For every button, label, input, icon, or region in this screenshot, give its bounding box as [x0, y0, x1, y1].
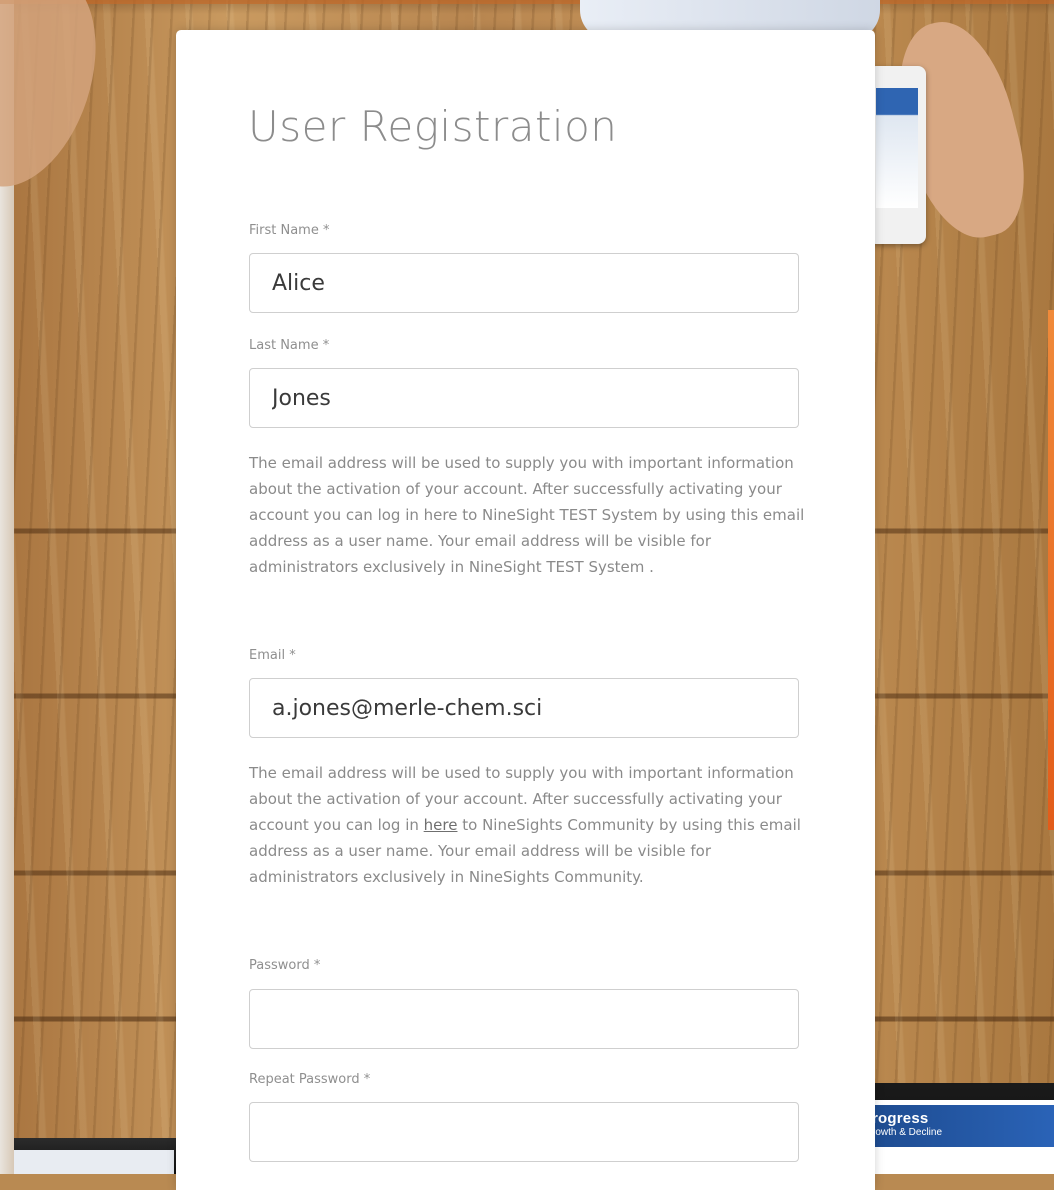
first-name-field[interactable]: [249, 253, 799, 313]
email-field[interactable]: [249, 678, 799, 738]
email-help-text-1: The email address will be used to supply…: [249, 454, 805, 576]
last-name-field[interactable]: [249, 368, 799, 428]
laptop-progress-banner: rogress rowth & Decline: [858, 1105, 1054, 1147]
last-name-input[interactable]: [250, 369, 798, 427]
login-here-link[interactable]: here: [424, 816, 458, 834]
password-field[interactable]: [249, 989, 799, 1049]
background-phone: [868, 66, 926, 244]
email-label: Email *: [249, 648, 296, 663]
phone-screen: [876, 88, 918, 208]
laptop-banner-title: rogress: [872, 1110, 929, 1127]
email-help-text-2: The email address will be used to supply…: [249, 760, 809, 890]
laptop-left-screen: [14, 1150, 174, 1174]
repeat-password-field[interactable]: [249, 1102, 799, 1162]
laptop-banner-subtitle: rowth & Decline: [872, 1127, 943, 1138]
password-label: Password *: [249, 958, 321, 973]
first-name-input[interactable]: [250, 254, 798, 312]
first-name-label: First Name *: [249, 223, 330, 238]
page-title: User Registration: [248, 102, 618, 151]
last-name-label: Last Name *: [249, 338, 330, 353]
orange-accent-edge: [1048, 310, 1054, 830]
repeat-password-label: Repeat Password *: [249, 1072, 371, 1087]
repeat-password-input[interactable]: [250, 1103, 798, 1161]
registration-card: User Registration First Name * Last Name…: [176, 30, 875, 1190]
email-input[interactable]: [250, 679, 798, 737]
password-input[interactable]: [250, 990, 798, 1048]
window-frame-top: [0, 0, 1054, 4]
